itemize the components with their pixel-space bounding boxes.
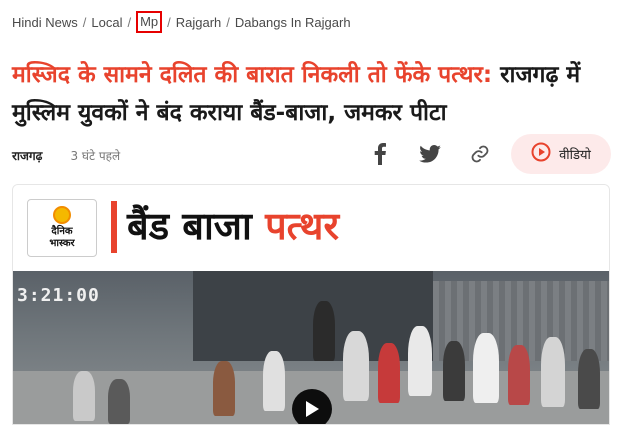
headline-highlight: मस्जिद के सामने दलित की बारात निकली तो फ… [12,62,493,88]
video-banner: दैनिक भास्कर बैंड बाजा पत्थर [13,185,609,271]
video-thumbnail: 3:21:00 [13,271,609,424]
breadcrumb-separator: / [167,14,171,30]
banner-title-black: बैंड बाजा [127,204,266,248]
video-timestamp: 3:21:00 [17,285,100,306]
breadcrumb-rajgarh[interactable]: Rajgarh [176,15,222,30]
breadcrumb-hindi-news[interactable]: Hindi News [12,15,78,30]
article-time: 3 घंटे पहले [70,148,121,163]
dainik-bhaskar-logo: दैनिक भास्कर [27,199,97,257]
article-meta: राजगढ़ 3 घंटे पहले [12,144,120,166]
breadcrumb-local[interactable]: Local [91,15,122,30]
article-location[interactable]: राजगढ़ [12,147,42,164]
video-button-label: वीडियो [559,148,591,163]
video-button[interactable]: वीडियो [511,134,611,174]
breadcrumb-dabangs-in-rajgarh[interactable]: Dabangs In Rajgarh [235,15,351,30]
logo-line-2: भास्कर [49,238,75,249]
banner-divider [111,201,117,253]
article-headline: मस्जिद के सामने दलित की बारात निकली तो फ… [12,56,612,132]
breadcrumb: Hindi News / Local / Mp / Rajgarh / Daba… [12,11,351,33]
play-circle-icon [531,142,551,167]
breadcrumb-separator: / [226,14,230,30]
play-icon[interactable] [292,389,332,424]
copy-link-icon[interactable] [466,140,494,168]
banner-title-red: पत्थर [265,204,339,248]
facebook-icon[interactable] [366,140,394,168]
breadcrumb-separator: / [127,14,132,30]
breadcrumb-separator: / [82,14,87,30]
video-player[interactable]: दैनिक भास्कर बैंड बाजा पत्थर 3:21:00 [12,184,610,425]
logo-line-1: दैनिक [51,226,73,237]
twitter-icon[interactable] [416,140,444,168]
breadcrumb-mp[interactable]: Mp [136,11,163,33]
banner-title: बैंड बाजा पत्थर [127,197,339,255]
